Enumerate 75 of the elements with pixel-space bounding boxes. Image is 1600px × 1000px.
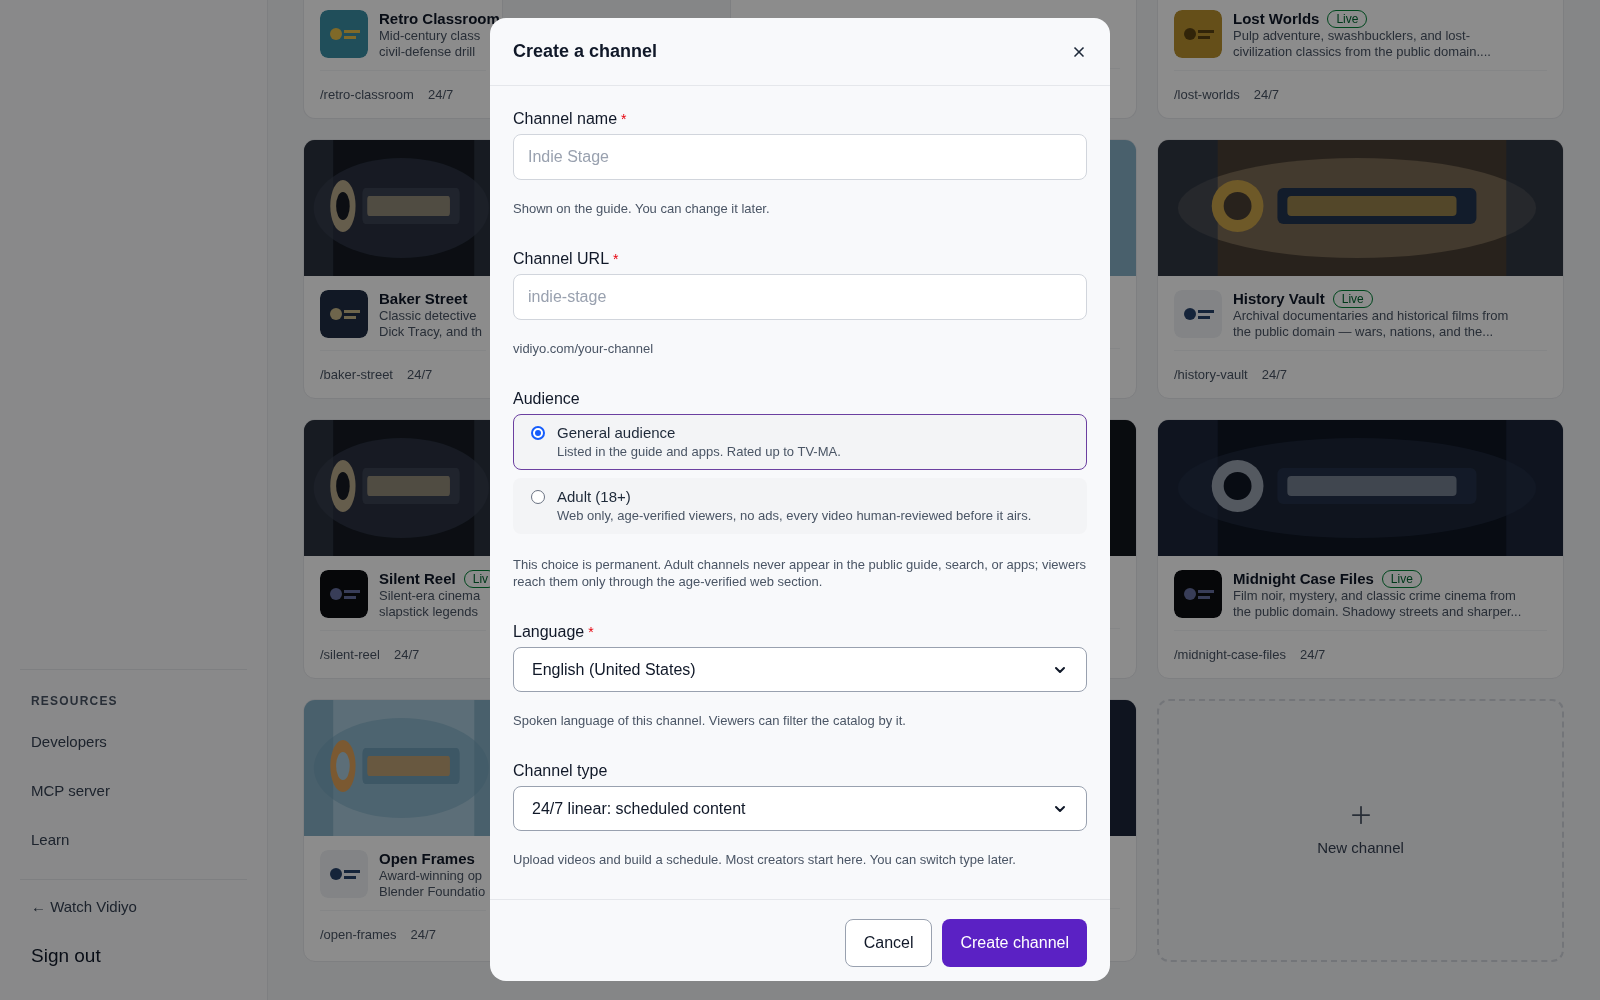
schedule-label: 24/7 <box>410 925 436 944</box>
schedule-label: 24/7 <box>427 85 454 104</box>
channel-path: /open-frames <box>320 925 397 944</box>
option-description: Web only, age-verified viewers, no ads, every video human-reviewed before it airs. <box>557 507 1032 525</box>
schedule-label: 24/7 <box>393 645 420 664</box>
field-label: Channel type <box>513 761 608 781</box>
required-mark: * <box>613 249 619 269</box>
radio-button[interactable] <box>531 490 545 504</box>
channel-description: Pulp adventure, swashbucklers, and lost- <box>1233 28 1471 44</box>
text-input[interactable]: Indie Stage <box>513 134 1087 180</box>
audience-option[interactable]: General audience Listed in the guide and apps. Rated up to TV-MA. <box>513 414 1087 470</box>
channel-path: /baker-street <box>320 365 393 384</box>
field-label: Audience <box>513 389 580 409</box>
channel-path: /lost-worlds <box>1174 85 1240 104</box>
channel-description: Film noir, mystery, and classic crime cinema from <box>1233 588 1517 604</box>
option-title: Adult (18+) <box>557 487 632 507</box>
helper-text: This choice is permanent. Adult channels never appear in the public guide, search, or apps; viewers reach them only through the age-verified web section. <box>513 556 1087 590</box>
dropdown-select[interactable]: 24/7 linear: scheduled content <box>513 786 1087 831</box>
channel-title: Midnight Case Files <box>1233 568 1374 589</box>
channel-description: the public domain — wars, nations, and the... <box>1233 324 1495 340</box>
channel-title: Silent Reel <box>379 568 456 589</box>
new-channel-label: New channel <box>1317 838 1404 859</box>
channel-title: Open Frames <box>379 848 475 869</box>
channel-card[interactable]: Lost Worlds Live Pulp adventure, swashbucklers, and lost- civilization classics from the public domain.... /lost-worlds 24/7 <box>1157 0 1564 119</box>
helper-text: vidiyo.com/your-channel <box>513 340 655 357</box>
section-heading: RESOURCES <box>30 692 119 710</box>
sidebar-item[interactable]: MCP server <box>20 766 247 816</box>
channel-path: /midnight-case-files <box>1174 645 1286 664</box>
audience-option[interactable]: Adult (18+) Web only, age-verified viewers, no ads, every video human-reviewed before it airs. <box>513 478 1087 534</box>
schedule-label: 24/7 <box>1261 365 1287 384</box>
helper-text: Upload videos and build a schedule. Most creators start here. You can switch type later. <box>513 851 1017 868</box>
back-link[interactable]: ← Watch Vidiyo <box>20 891 247 924</box>
option-description: Listed in the guide and apps. Rated up to TV-MA. <box>557 443 841 461</box>
schedule-label: 24/7 <box>1253 85 1280 104</box>
channel-description: Award-winning op <box>379 868 484 884</box>
sign-out-link[interactable]: Sign out <box>20 941 247 970</box>
channel-title: Lost Worlds <box>1233 8 1320 29</box>
field-label: Language <box>513 622 585 642</box>
channel-description: Classic detective <box>379 308 478 324</box>
channel-description: Blender Foundatio <box>379 884 486 900</box>
schedule-label: 24/7 <box>407 365 433 384</box>
helper-text: Spoken language of this channel. Viewers can filter the catalog by it. <box>513 712 907 729</box>
new-channel-card[interactable]: New channel <box>1157 699 1564 962</box>
dropdown-select[interactable]: English (United States) <box>513 647 1087 692</box>
required-mark: * <box>621 109 627 129</box>
channel-path: /silent-reel <box>320 645 380 664</box>
channel-description: Mid-century class <box>379 28 482 44</box>
required-mark: * <box>588 622 594 642</box>
dialog-title: Create a channel <box>513 40 658 63</box>
channel-title: History Vault <box>1233 288 1325 309</box>
channel-path: /history-vault <box>1174 365 1248 384</box>
channel-description: civil-defense drill <box>379 44 477 60</box>
channel-card[interactable]: Midnight Case Files Live Film noir, mystery, and classic crime cinema from the public domain. Shadowy streets and sharper... /midnight-case-files 24/7 <box>1157 419 1564 679</box>
channel-path: /retro-classroom <box>320 85 414 104</box>
channel-description: Dick Tracy, and th <box>379 324 483 340</box>
field-label: Channel name <box>513 109 618 129</box>
cancel-button[interactable]: Cancel <box>844 918 933 967</box>
channel-title: Retro Classroom <box>379 8 500 29</box>
radio-button[interactable] <box>531 426 545 440</box>
channel-description: civilization classics from the public domain.... <box>1233 44 1491 60</box>
sidebar-item[interactable]: Developers <box>20 717 247 767</box>
sidebar-item[interactable]: Learn <box>20 815 247 865</box>
create-channel-button[interactable]: Create channel <box>942 918 1087 967</box>
channel-title: Baker Street <box>379 288 468 309</box>
channel-card[interactable]: Retro Classroom Mid-century class civil-defense drill /retro-classroom 24/7 <box>303 0 503 119</box>
schedule-label: 24/7 <box>1300 645 1326 664</box>
channel-description: Silent-era cinema <box>379 588 482 604</box>
helper-text: Shown on the guide. You can change it later. <box>513 200 771 217</box>
field-label: Channel URL <box>513 249 610 269</box>
channel-description: Archival documentaries and historical films from <box>1233 308 1509 324</box>
channel-card[interactable]: History Vault Live Archival documentaries and historical films from the public domain — wars, nations, and the... /history-vault 24/7 <box>1157 139 1564 399</box>
channel-description: the public domain. Shadowy streets and sharper... <box>1233 604 1522 620</box>
text-input[interactable]: indie-stage <box>513 274 1087 320</box>
option-title: General audience <box>557 423 677 443</box>
channel-description: slapstick legends <box>379 604 479 620</box>
